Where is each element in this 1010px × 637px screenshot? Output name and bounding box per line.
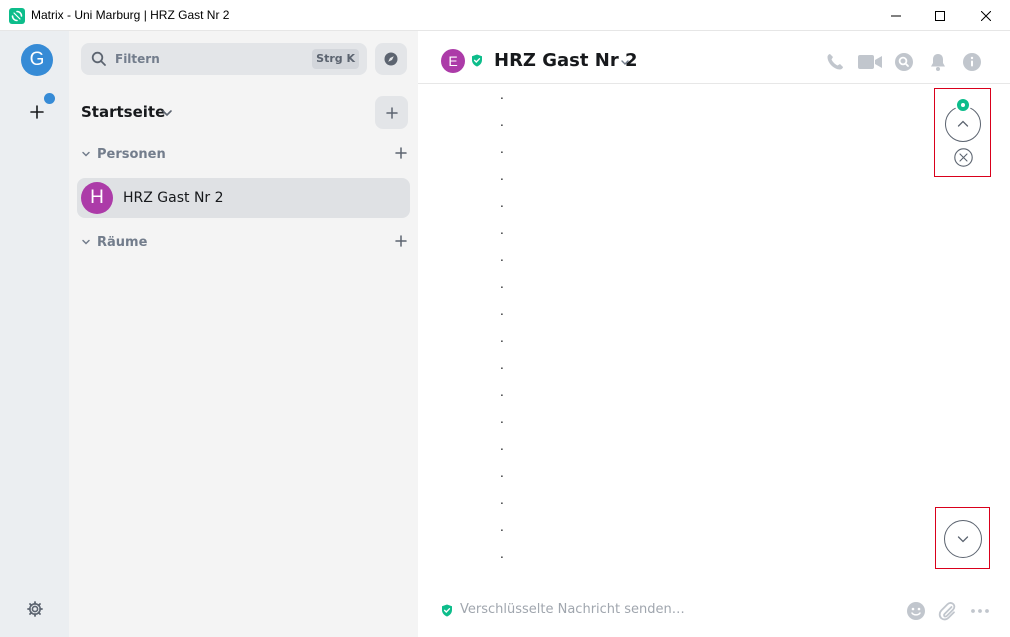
video-call-button[interactable] [857, 51, 883, 73]
timeline-event: . [500, 520, 504, 534]
phone-icon [827, 54, 843, 70]
chevron-down-icon [957, 536, 969, 543]
verified-shield-icon [442, 604, 452, 617]
timeline-event: . [500, 277, 504, 291]
video-icon [858, 55, 882, 69]
timeline-event: . [500, 547, 504, 561]
window-title: Matrix - Uni Marburg | HRZ Gast Nr 2 [31, 8, 230, 22]
jump-to-unread-box [934, 88, 991, 177]
close-window-button[interactable] [963, 0, 1009, 31]
gear-icon [27, 601, 43, 617]
chevron-up-icon [957, 120, 969, 127]
room-filter-placeholder: Filtern [115, 52, 160, 66]
create-space-button[interactable] [26, 101, 48, 123]
close-icon [981, 10, 991, 21]
room-tile-hrz-gast-nr-2[interactable]: H HRZ Gast Nr 2 [77, 178, 410, 218]
timeline-event: . [500, 250, 504, 264]
explore-rooms-button[interactable] [375, 43, 407, 75]
room-avatar-letter: H [90, 187, 104, 208]
room-name: HRZ Gast Nr 2 [123, 190, 224, 206]
unread-indicator [955, 97, 971, 113]
close-circle-icon [954, 148, 973, 167]
timeline-event: . [500, 331, 504, 345]
room-header-title[interactable]: HRZ Gast Nr 2 [494, 50, 637, 71]
timeline-event: . [500, 466, 504, 480]
attachment-icon [938, 602, 956, 621]
section-rooms[interactable]: Räume [81, 233, 409, 253]
message-input[interactable]: Verschlüsselte Nachricht senden… [460, 602, 685, 617]
message-composer: Verschlüsselte Nachricht senden… [418, 587, 1010, 637]
room-info-button[interactable] [961, 51, 983, 73]
timeline-event: . [500, 142, 504, 156]
room-list-panel: Filtern Strg K Startseite Personen H HRZ… [69, 31, 418, 637]
info-icon [963, 53, 981, 71]
minimize-button[interactable] [873, 0, 919, 31]
notification-badge [44, 93, 55, 104]
start-chat-plus-icon[interactable] [393, 145, 409, 161]
timeline-event: . [500, 385, 504, 399]
add-room-plus-icon[interactable] [393, 233, 409, 249]
home-space-avatar[interactable]: G [21, 44, 53, 76]
maximize-button[interactable] [917, 0, 963, 31]
timeline-event: . [500, 88, 504, 102]
voice-call-button[interactable] [824, 51, 846, 73]
room-header: E HRZ Gast Nr 2 [418, 31, 1010, 84]
more-options-icon [971, 609, 989, 613]
add-room-button[interactable] [375, 96, 408, 129]
quick-settings-button[interactable] [25, 599, 45, 619]
search-icon [91, 51, 106, 66]
search-icon [895, 53, 913, 71]
minimize-icon [891, 15, 901, 16]
chevron-down-icon[interactable] [620, 58, 630, 68]
emoji-button[interactable] [905, 600, 927, 622]
notifications-button[interactable] [927, 51, 949, 73]
room-avatar: H [81, 182, 113, 214]
timeline-event: . [500, 304, 504, 318]
timeline-event: . [500, 358, 504, 372]
room-view: E HRZ Gast Nr 2 . . . . . . . . . . . . … [418, 31, 1010, 637]
chevron-down-icon [82, 151, 90, 157]
section-rooms-label: Räume [97, 235, 148, 250]
timeline-event: . [500, 169, 504, 183]
timeline-event: . [500, 223, 504, 237]
chevron-down-icon [82, 239, 90, 245]
keyboard-shortcut-hint: Strg K [312, 49, 359, 69]
home-space-avatar-letter: G [29, 49, 45, 70]
space-bar: G [0, 31, 69, 637]
timeline-event: . [500, 439, 504, 453]
timeline-event: . [500, 115, 504, 129]
plus-icon [30, 105, 44, 119]
home-space-title[interactable]: Startseite [81, 103, 165, 121]
maximize-icon [935, 10, 945, 21]
window-titlebar: Matrix - Uni Marburg | HRZ Gast Nr 2 [0, 0, 1010, 31]
timeline-event: . [500, 493, 504, 507]
message-timeline[interactable]: .................. [418, 85, 1010, 575]
compass-icon [384, 52, 398, 66]
element-app-icon [9, 8, 25, 24]
emoji-icon [907, 602, 925, 620]
section-people[interactable]: Personen [81, 145, 409, 165]
mark-as-read-button[interactable] [954, 148, 973, 167]
room-filter-input[interactable]: Filtern Strg K [81, 43, 367, 75]
jump-to-latest-button[interactable] [944, 520, 982, 558]
room-header-avatar[interactable]: E [441, 49, 465, 73]
section-people-label: Personen [97, 147, 166, 162]
verified-shield-icon [472, 54, 482, 67]
attachment-button[interactable] [936, 600, 958, 622]
more-options-button[interactable] [969, 600, 991, 622]
timeline-event: . [500, 196, 504, 210]
timeline-event: . [500, 412, 504, 426]
jump-to-latest-box [935, 507, 990, 569]
chevron-down-icon[interactable] [161, 107, 173, 119]
plus-icon [385, 106, 398, 119]
room-header-avatar-letter: E [448, 53, 458, 69]
room-search-button[interactable] [893, 51, 915, 73]
bell-icon [931, 54, 945, 71]
